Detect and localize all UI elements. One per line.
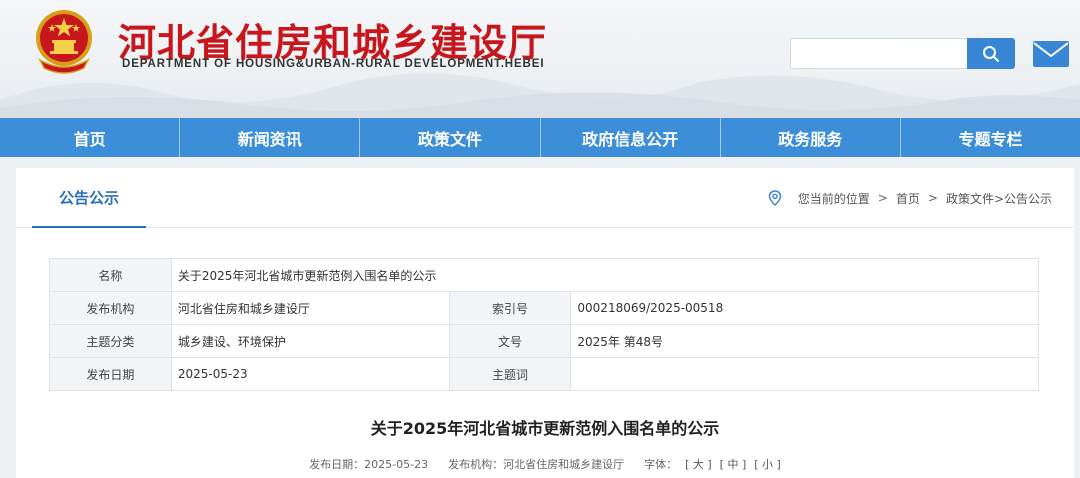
breadcrumb-you-are-here: 您当前的位置 — [797, 191, 870, 206]
table-row: 发布机构 河北省住房和城乡建设厅 索引号 000218069/2025-0051… — [49, 291, 1039, 325]
breadcrumb-home[interactable]: 首页 — [896, 190, 920, 207]
publisher-value: 河北省住房和城乡建设厅 — [170, 291, 450, 325]
name-label: 名称 — [49, 258, 172, 292]
mail-icon — [1033, 40, 1069, 67]
doc-number-value: 2025年 第48号 — [570, 324, 1039, 358]
keywords-value — [570, 357, 1039, 391]
table-row: 发布日期 2025-05-23 主题词 — [49, 357, 1039, 391]
keywords-label: 主题词 — [448, 357, 572, 391]
font-small-button[interactable]: [ 小 ] — [754, 456, 781, 472]
table-row: 主题分类 城乡建设、环境保护 文号 2025年 第48号 — [49, 324, 1039, 358]
document-info-table: 名称 关于2025年河北省城市更新范例入围名单的公示 发布机构 河北省住房和城乡… — [49, 258, 1040, 391]
nav-item-news[interactable]: 新闻资讯 — [180, 118, 361, 157]
publisher-label: 发布机构 — [49, 291, 172, 325]
nav-item-policy[interactable]: 政策文件 — [360, 118, 541, 157]
category-value: 城乡建设、环境保护 — [170, 324, 450, 358]
location-pin-icon — [768, 190, 782, 206]
index-value: 000218069/2025-00518 — [570, 291, 1039, 325]
nav-item-topics[interactable]: 专题专栏 — [901, 118, 1080, 157]
meta-publisher: 发布机构：河北省住房和城乡建设厅 — [448, 458, 625, 471]
search-icon — [983, 45, 999, 62]
font-size-controls: 字体： [ 大 ] [ 中 ] [ 小 ] — [644, 456, 781, 472]
site-header: 河北省住房和城乡建设厅 DEPARTMENT OF HOUSING&URBAN-… — [0, 0, 1080, 118]
section-tab-announcements[interactable]: 公告公示 — [32, 168, 146, 228]
breadcrumb-current[interactable]: 政策文件>公告公示 — [946, 190, 1052, 207]
meta-date: 发布日期：2025-05-23 — [309, 458, 429, 471]
article-meta: 发布日期：2025-05-23 发布机构：河北省住房和城乡建设厅 字体： [ 大… — [16, 456, 1074, 472]
national-emblem-icon[interactable] — [32, 8, 96, 74]
article-title: 关于2025年河北省城市更新范例入围名单的公示 — [370, 419, 720, 438]
breadcrumb-separator: > — [877, 191, 888, 205]
main-nav: 首页 新闻资讯 政策文件 政府信息公开 政务服务 专题专栏 — [0, 118, 1080, 157]
mail-button[interactable] — [1030, 38, 1072, 69]
table-row: 名称 关于2025年河北省城市更新范例入围名单的公示 — [49, 258, 1040, 292]
date-label: 发布日期 — [49, 357, 172, 391]
category-label: 主题分类 — [49, 324, 172, 358]
site-subtitle: DEPARTMENT OF HOUSING&URBAN-RURAL DEVELO… — [122, 58, 545, 70]
nav-item-home[interactable]: 首页 — [0, 118, 181, 157]
date-value: 2025-05-23 — [170, 357, 450, 391]
nav-item-services[interactable]: 政务服务 — [721, 118, 901, 157]
name-value: 关于2025年河北省城市更新范例入围名单的公示 — [170, 258, 1040, 292]
index-label: 索引号 — [448, 291, 572, 325]
panel-header: 公告公示 您当前的位置 > 首页 > 政策文件>公告公示 — [16, 168, 1074, 228]
search-input[interactable] — [790, 38, 968, 69]
search-button[interactable] — [967, 38, 1015, 69]
font-medium-button[interactable]: [ 中 ] — [720, 456, 747, 472]
font-large-button[interactable]: [ 大 ] — [685, 456, 712, 472]
doc-number-label: 文号 — [448, 324, 572, 358]
nav-item-gov-info[interactable]: 政府信息公开 — [541, 118, 721, 157]
breadcrumb-separator: > — [927, 191, 938, 205]
breadcrumb: 您当前的位置 > 首页 > 政策文件>公告公示 — [768, 168, 1052, 228]
font-size-label: 字体： — [644, 458, 678, 471]
content-panel: 公告公示 您当前的位置 > 首页 > 政策文件>公告公示 名称 关于2025年河… — [16, 168, 1074, 478]
